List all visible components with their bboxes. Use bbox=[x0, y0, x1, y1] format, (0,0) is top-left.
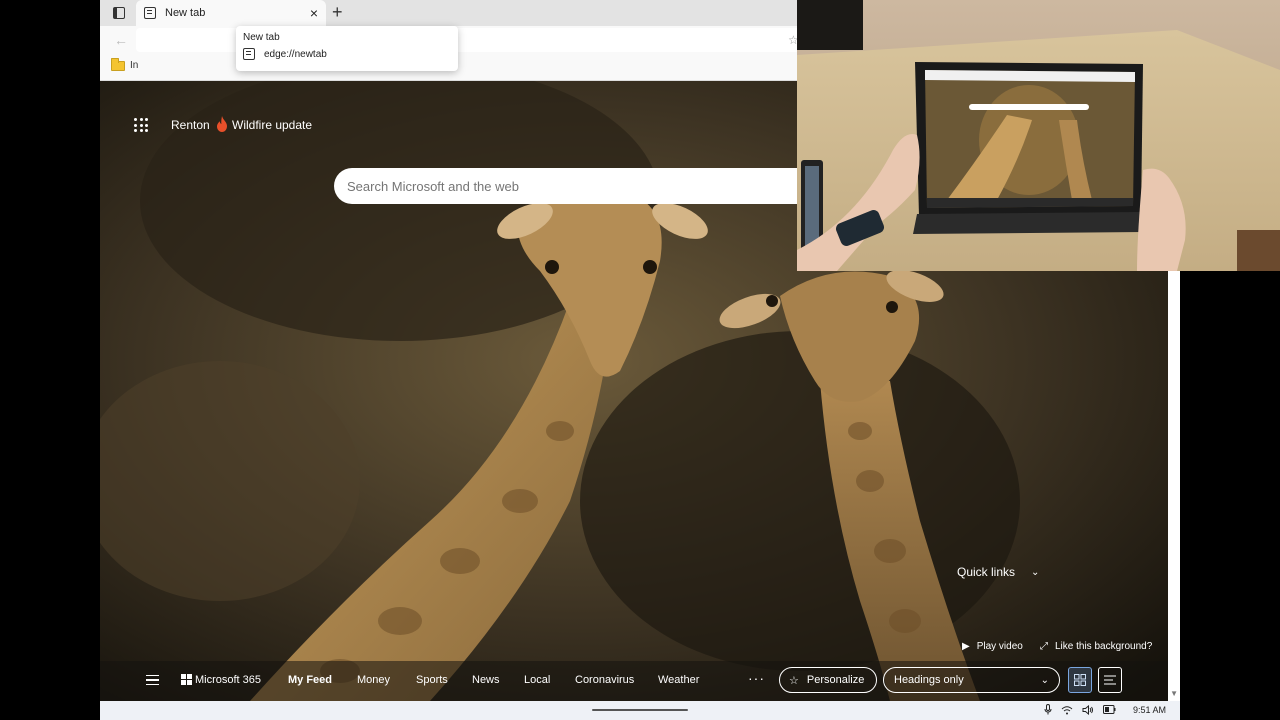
feed-item-money[interactable]: Money bbox=[357, 674, 390, 686]
tab-hover-tooltip: New tab edge://newtab bbox=[236, 26, 458, 71]
more-options-icon[interactable]: ··· bbox=[748, 670, 765, 686]
feed-item-local[interactable]: Local bbox=[524, 674, 550, 686]
play-video-button[interactable]: ▶ Play video bbox=[962, 641, 1023, 652]
camera-inset-photo bbox=[797, 0, 1280, 271]
clock[interactable]: 9:51 AM bbox=[1133, 705, 1166, 715]
tooltip-favicon-icon bbox=[243, 48, 255, 60]
feed-item-my-feed[interactable]: My Feed bbox=[288, 674, 332, 686]
feed-item-microsoft-365[interactable]: Microsoft 365 bbox=[195, 674, 261, 686]
quick-links-label: Quick links bbox=[957, 565, 1016, 579]
list-view-button[interactable] bbox=[1098, 667, 1122, 693]
grid-view-button[interactable] bbox=[1068, 667, 1092, 693]
layout-select-value: Headings only bbox=[894, 674, 964, 686]
quick-links-toggle[interactable]: Quick links ⌄ bbox=[957, 565, 1039, 579]
microphone-icon[interactable] bbox=[1044, 704, 1052, 715]
list-view-icon bbox=[1104, 675, 1116, 685]
feed-item-sports[interactable]: Sports bbox=[416, 674, 448, 686]
new-tab-plus-icon[interactable]: + bbox=[332, 3, 343, 21]
screen: New tab × + ← ☆ In New tab edge://newtab bbox=[0, 0, 1280, 720]
feed-navigation-bar: Microsoft 365 My Feed Money Sports News … bbox=[100, 661, 1168, 701]
volume-icon[interactable] bbox=[1082, 704, 1094, 715]
wildfire-update-link[interactable]: Wildfire update bbox=[232, 118, 312, 132]
tab-new-tab[interactable]: New tab × bbox=[136, 0, 326, 26]
back-arrow-icon[interactable]: ← bbox=[114, 32, 128, 48]
personalize-label: Personalize bbox=[806, 674, 865, 686]
chevron-down-icon: ⌄ bbox=[1040, 674, 1049, 686]
newtab-favicon-icon bbox=[144, 7, 156, 19]
favorites-folder-label[interactable]: In bbox=[130, 60, 138, 71]
expand-icon: ⤢ bbox=[1040, 641, 1048, 652]
flame-icon bbox=[217, 116, 227, 132]
tab-actions-icon bbox=[113, 7, 125, 19]
tooltip-url: edge://newtab bbox=[264, 48, 327, 60]
tab-actions-button[interactable] bbox=[108, 5, 130, 21]
play-icon: ▶ bbox=[962, 641, 970, 652]
tooltip-url-row: edge://newtab bbox=[243, 48, 451, 60]
wifi-icon[interactable] bbox=[1061, 705, 1073, 715]
tooltip-title: New tab bbox=[243, 32, 280, 43]
feed-item-coronavirus[interactable]: Coronavirus bbox=[575, 674, 634, 686]
battery-icon[interactable] bbox=[1103, 705, 1116, 714]
scroll-down-arrow-icon[interactable]: ▼ bbox=[1170, 689, 1178, 698]
play-video-label: Play video bbox=[976, 641, 1023, 652]
tab-title: New tab bbox=[165, 7, 206, 19]
home-gesture-bar[interactable] bbox=[592, 709, 688, 711]
feed-item-news[interactable]: News bbox=[472, 674, 500, 686]
close-tab-icon[interactable]: × bbox=[310, 6, 318, 20]
system-tray bbox=[1044, 704, 1116, 715]
taskbar: 9:51 AM bbox=[100, 701, 1180, 720]
sparkle-star-icon: ☆ bbox=[789, 674, 799, 687]
hamburger-menu-icon[interactable] bbox=[146, 675, 159, 685]
like-background-button[interactable]: ⤢ Like this background? bbox=[1040, 641, 1152, 652]
grid-view-icon bbox=[1074, 674, 1086, 686]
apps-grid-icon[interactable] bbox=[134, 118, 148, 132]
like-background-label: Like this background? bbox=[1055, 641, 1153, 652]
weather-location[interactable]: Renton bbox=[171, 118, 210, 132]
feed-item-weather[interactable]: Weather bbox=[658, 674, 699, 686]
personalize-button[interactable]: ☆ Personalize bbox=[779, 667, 877, 693]
chevron-down-icon: ⌄ bbox=[1031, 566, 1040, 578]
layout-select[interactable]: Headings only ⌄ bbox=[883, 667, 1060, 693]
folder-icon[interactable] bbox=[111, 58, 125, 71]
windows-logo-icon bbox=[181, 674, 192, 685]
